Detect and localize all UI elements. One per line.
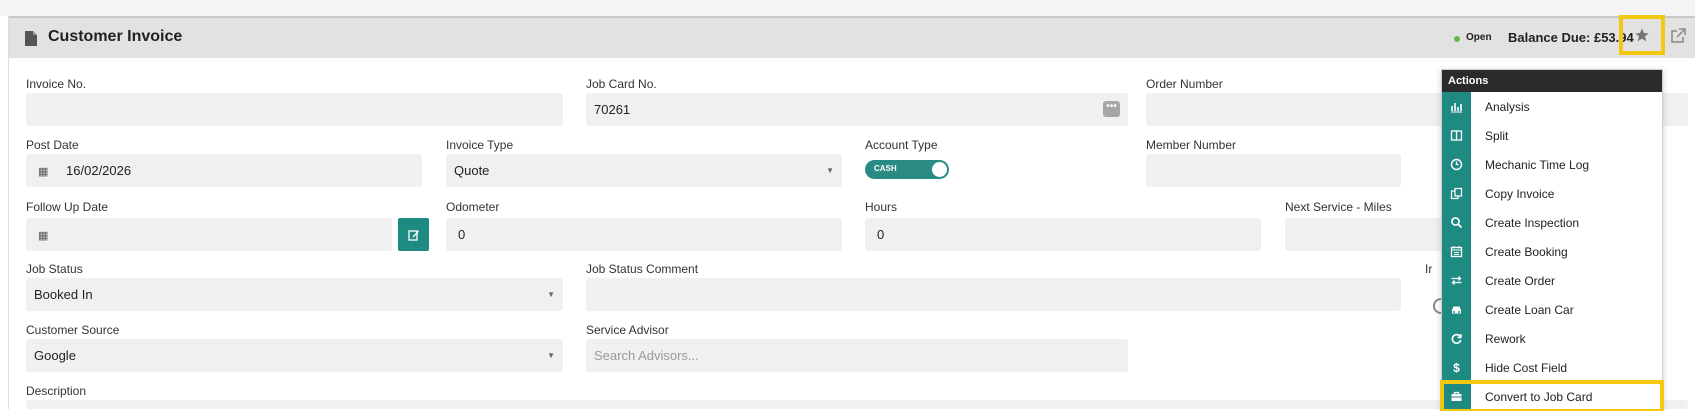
invoice-panel: Customer Invoice Open Balance Due: £53.9… (8, 15, 1695, 411)
hours-field[interactable]: 0 (865, 218, 1261, 251)
edit-icon (407, 229, 419, 241)
menu-item-convert-to-job-card[interactable]: Convert to Job Card (1440, 380, 1664, 411)
member-number-field[interactable] (1146, 154, 1401, 187)
post-date-label: Post Date (26, 138, 79, 152)
star-icon (1635, 28, 1649, 42)
status-dot (1454, 36, 1460, 42)
follow-up-date-field[interactable]: ▦ (26, 218, 392, 251)
description-field[interactable] (26, 400, 1688, 409)
hours-label: Hours (865, 200, 898, 214)
balance-due: Balance Due: £53.94 (1508, 30, 1634, 45)
search-icon (1442, 208, 1471, 237)
job-card-no-label: Job Card No. (586, 77, 657, 91)
panel-header: Customer Invoice Open Balance Due: £53.9… (9, 15, 1695, 58)
menu-item-create-order[interactable]: Create Order (1442, 266, 1662, 295)
invoice-no-label: Invoice No. (26, 77, 87, 91)
menu-item-label: Create Order (1485, 273, 1556, 288)
bar-chart-icon (1442, 92, 1471, 121)
follow-up-date-label: Follow Up Date (26, 200, 109, 214)
menu-item-label: Hide Cost Field (1485, 360, 1568, 375)
description-label: Description (26, 384, 87, 398)
calendar-icon: ▦ (38, 166, 49, 178)
menu-item-create-booking[interactable]: Create Booking (1442, 237, 1662, 266)
menu-item-copy-invoice[interactable]: Copy Invoice (1442, 179, 1662, 208)
menu-item-create-loan-car[interactable]: Create Loan Car (1442, 295, 1662, 324)
menu-item-rework[interactable]: Rework (1442, 324, 1662, 353)
top-strip (0, 0, 1695, 16)
dollar-icon: $ (1442, 353, 1471, 382)
service-advisor-placeholder: Search Advisors... (594, 348, 699, 363)
post-date-value: 16/02/2026 (66, 163, 132, 178)
job-status-label: Job Status (26, 262, 83, 276)
car-icon (1442, 295, 1471, 324)
toggle-knob (932, 162, 947, 177)
menu-item-label: Analysis (1485, 99, 1530, 114)
menu-item-analysis[interactable]: Analysis (1442, 92, 1662, 121)
odometer-field[interactable]: 0 (446, 218, 842, 251)
briefcase-icon (1442, 382, 1471, 411)
menu-item-label: Split (1485, 128, 1509, 143)
menu-item-label: Create Booking (1485, 244, 1568, 259)
job-card-no-value: 70261 (594, 102, 631, 117)
job-status-select[interactable]: Booked In ▼ (26, 278, 563, 311)
copy-icon (1442, 179, 1471, 208)
edit-follow-up-button[interactable] (398, 218, 429, 251)
service-advisor-input[interactable]: Search Advisors... (586, 339, 1128, 372)
menu-item-label: Mechanic Time Log (1485, 157, 1590, 172)
order-number-label: Order Number (1146, 77, 1223, 91)
menu-item-label: Convert to Job Card (1485, 389, 1593, 404)
job-status-comment-field[interactable] (586, 278, 1401, 311)
calendar-icon: ▦ (38, 230, 49, 242)
next-service-miles-label: Next Service - Miles (1285, 200, 1392, 214)
invoice-type-value: Quote (454, 163, 490, 178)
customer-source-value: Google (34, 348, 76, 363)
menu-item-label: Rework (1485, 331, 1526, 346)
next-service-miles-field[interactable] (1285, 218, 1445, 251)
more-options-button[interactable]: ••• (1103, 101, 1120, 117)
menu-item-hide-cost-field[interactable]: $ Hide Cost Field (1442, 353, 1662, 382)
job-status-value: Booked In (34, 287, 93, 302)
actions-menu-title: Actions (1442, 70, 1662, 92)
odometer-label: Odometer (446, 200, 500, 214)
account-type-toggle[interactable]: CASH (865, 160, 949, 179)
refresh-icon (1442, 324, 1471, 353)
post-date-field[interactable]: ▦ 16/02/2026 (26, 154, 422, 187)
job-status-comment-label: Job Status Comment (586, 262, 699, 276)
page-title: Customer Invoice (48, 28, 183, 45)
invoice-no-field[interactable] (26, 93, 563, 126)
menu-item-label: Create Inspection (1485, 215, 1580, 230)
service-advisor-label: Service Advisor (586, 323, 669, 337)
customer-source-label: Customer Source (26, 323, 120, 337)
invoice-type-select[interactable]: Quote ▼ (446, 154, 842, 187)
account-type-value: CASH (874, 164, 897, 173)
exchange-icon (1442, 266, 1471, 295)
job-card-no-field[interactable]: 70261 ••• (586, 93, 1128, 126)
clock-icon (1442, 150, 1471, 179)
member-number-label: Member Number (1146, 138, 1237, 152)
menu-item-mechanic-time-log[interactable]: Mechanic Time Log (1442, 150, 1662, 179)
menu-item-create-inspection[interactable]: Create Inspection (1442, 208, 1662, 237)
status-badge: Open (1466, 32, 1492, 43)
menu-item-split[interactable]: Split (1442, 121, 1662, 150)
external-link-icon[interactable] (1670, 28, 1686, 44)
chevron-down-icon: ▼ (547, 351, 555, 360)
menu-item-label: Create Loan Car (1485, 302, 1574, 317)
account-type-label: Account Type (865, 138, 938, 152)
side-label-fragment: Ir (1425, 262, 1433, 276)
document-icon (25, 31, 37, 46)
menu-item-label: Copy Invoice (1485, 186, 1555, 201)
customer-source-select[interactable]: Google ▼ (26, 339, 563, 372)
actions-menu: Actions Analysis Split Mechanic Time Log Co… (1440, 69, 1664, 411)
chevron-down-icon: ▼ (826, 166, 834, 175)
calendar-icon (1442, 237, 1471, 266)
favorite-button[interactable] (1619, 15, 1665, 55)
invoice-type-label: Invoice Type (446, 138, 514, 152)
svg-text:$: $ (1453, 361, 1460, 374)
chevron-down-icon: ▼ (547, 290, 555, 299)
columns-icon (1442, 121, 1471, 150)
